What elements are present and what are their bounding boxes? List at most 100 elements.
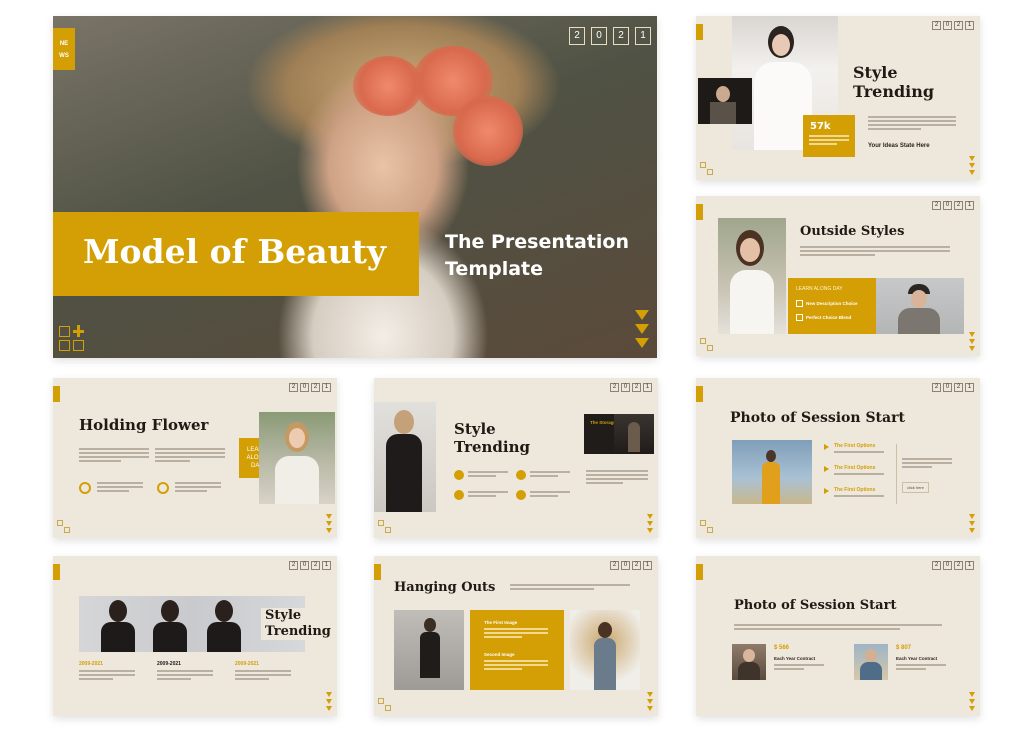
flower-3 [453,96,523,166]
year-digit: 2 [632,383,641,392]
triangle-arrows-icon [969,156,975,175]
squares-icon [700,162,714,176]
info-box: LEARN ALONG DAY New Description Choice P… [788,278,876,334]
triangle-arrows-icon [969,332,975,351]
model-photo-flower [259,412,335,504]
caption-lines-1 [97,482,143,494]
slide-title: Photo of Session Start [730,410,905,426]
model-photo-black-dress [374,402,436,512]
news-tag [696,24,703,40]
stat-box: 57k [803,115,855,157]
bullet-dot [454,490,464,500]
year-digit: 1 [965,561,974,570]
option-1: The First Options [834,443,876,449]
year-digit: 0 [943,201,952,210]
slide-photo-session-2[interactable]: 2021 Photo of Session Start $ 566 Each Y… [696,556,980,716]
title-line1: Style [454,420,496,438]
year-digit: 0 [943,383,952,392]
squares-icon [700,520,714,534]
model-photo-thumb-1 [732,644,766,680]
body-text-lines-1 [79,448,149,464]
slide-holding-flower[interactable]: 2021 Holding Flower LEARN ALONG DAY [53,378,337,538]
year-digit: 2 [569,27,585,45]
year-digit: 2 [311,561,320,570]
intro-text-lines [510,584,630,592]
year-digit: 2 [311,383,320,392]
body-text-lines-2 [155,448,225,464]
stat-value: 57k [810,121,831,132]
hero-slide[interactable]: NE WS 2 0 2 1 Model of Beauty The Presen… [53,16,657,358]
bullet-text-2 [530,471,570,479]
slide-style-trending-2[interactable]: 2021 Style Trending The Storage [374,378,658,538]
body-text-lines [734,624,942,632]
squares-icon [378,698,392,712]
year-range-2: 2009-2021 [157,661,181,667]
contract-2: Each Year Contract [896,656,938,661]
year-digit: 2 [932,383,941,392]
title-line2: Trending [853,82,935,101]
contract-1: Each Year Contract [774,656,816,661]
news-tag [374,564,381,580]
model-photo-dark-2 [614,414,654,454]
slide-hanging-outs[interactable]: 2021 Hanging Outs The First Image Second… [374,556,658,716]
click-here-button[interactable]: click here [902,482,929,493]
news-tag-line2: WS [59,53,69,59]
col-text-3 [235,670,291,682]
hero-subtitle: The Presentation Template [445,231,629,280]
hero-title: Model of Beauty [83,232,387,271]
year-range-1: 2009-2021 [79,661,103,667]
year-box: 2021 [932,21,974,30]
model-photo-cap [876,278,964,334]
year-digit: 0 [621,383,630,392]
hero-photo [53,16,657,358]
year-box: 2021 [932,383,974,392]
year-box: 2021 [289,383,331,392]
news-tag [696,386,703,402]
year-digit: 2 [954,21,963,30]
model-photo-white-lace [718,218,786,334]
year-digit: 0 [621,561,630,570]
contract-1-lines [774,664,824,672]
body-text-lines [868,116,956,132]
year-digit: 2 [289,561,298,570]
box-item-1: New Description Choice [806,301,858,306]
year-digit: 1 [965,201,974,210]
year-digit: 0 [943,561,952,570]
circle-icon [157,482,169,494]
news-tag [696,204,703,220]
bullet-text-4 [530,491,570,499]
bullet-dot [454,470,464,480]
option-2: The First Options [834,465,876,471]
box-item-2: Perfect Choice Blend [806,315,852,320]
body-text-lines [800,246,950,258]
year-digit: 1 [643,561,652,570]
year-digit: 1 [965,383,974,392]
year-digit: 2 [610,561,619,570]
slide-style-trending-1[interactable]: 2021 57k Style Trending Your Ideas State… [696,16,980,180]
title-line1: Style [853,63,898,82]
slide-photo-session-1[interactable]: 2021 Photo of Session Start The First Op… [696,378,980,538]
divider [896,444,897,504]
year-box: 2021 [610,561,652,570]
squares-icon [378,520,392,534]
year-digit: 2 [932,21,941,30]
hanging-info-box: The First Image Second Image [470,610,564,690]
bullet-dot [516,490,526,500]
box-heading: LEARN ALONG DAY [796,286,843,292]
year-box: 2021 [932,201,974,210]
title-line2: Trending [454,438,531,456]
year-digit: 2 [954,383,963,392]
news-tag [53,386,60,402]
price-1: $ 566 [774,645,790,651]
slide-style-trending-3[interactable]: 2021 Style Trending 2009-2021 2009-2021 … [53,556,337,716]
triangle-arrows-icon [647,514,653,533]
year-digit: 2 [932,561,941,570]
year-digit: 2 [632,561,641,570]
title-line2: Trending [265,624,331,639]
caption-lines-2 [175,482,221,494]
arrow-right-icon [824,444,829,450]
slide-outside-styles[interactable]: 2021 Outside Styles LEARN ALONG DAY New … [696,196,980,356]
model-photo-thumb-2 [854,644,888,680]
year-range-3: 2009-2021 [235,661,259,667]
slide-title: Hanging Outs [394,580,496,595]
